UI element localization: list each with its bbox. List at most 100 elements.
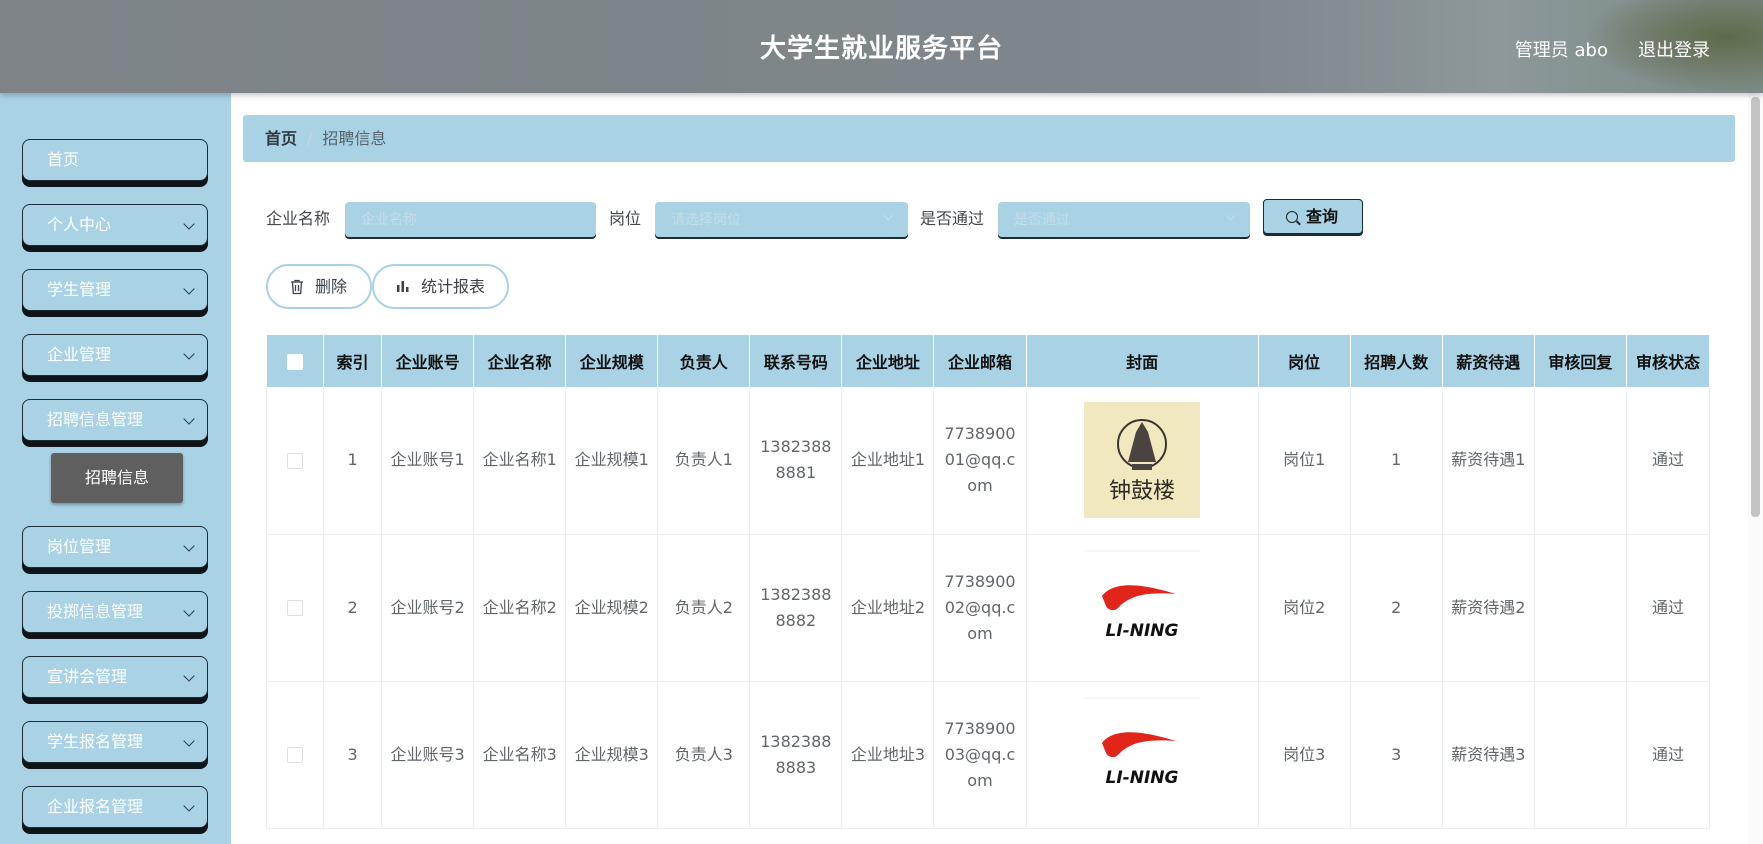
cell-salary: 薪资待遇3 [1442, 681, 1535, 829]
sidebar-item-company-management[interactable]: 企业管理 [22, 334, 208, 376]
column-header: 企业地址 [841, 335, 935, 387]
position-label: 岗位 [609, 209, 642, 228]
sidebar-item-label: 个人中心 [47, 215, 112, 234]
chevron-down-icon [183, 735, 195, 747]
passed-select[interactable] [998, 202, 1250, 237]
chevron-down-icon [183, 605, 195, 617]
cell-company-name: 企业名称3 [473, 681, 567, 829]
report-button[interactable]: 统计报表 [372, 264, 509, 309]
cell-reply [1534, 387, 1627, 535]
cover-image-gulou: 钟鼓楼 [1084, 402, 1201, 519]
row-checkbox[interactable] [287, 747, 304, 763]
delete-button[interactable]: 删除 [266, 264, 372, 309]
cell-index: 1 [323, 387, 383, 535]
column-header: 负责人 [657, 335, 751, 387]
sidebar-subitem-recruitment-info[interactable]: 招聘信息 [51, 453, 183, 503]
sidebar-item-label: 首页 [47, 150, 80, 169]
delete-button-label: 删除 [315, 277, 348, 296]
row-checkbox[interactable] [287, 600, 304, 616]
column-header: 审核状态 [1626, 335, 1711, 387]
position-select[interactable] [655, 202, 908, 237]
cell-account: 企业账号3 [381, 681, 475, 829]
row-select-cell[interactable] [265, 681, 325, 829]
app-title: 大学生就业服务平台 [759, 34, 1003, 64]
column-header: 薪资待遇 [1442, 335, 1535, 387]
cell-address: 企业地址1 [841, 387, 935, 535]
sidebar: 首页 个人中心 学生管理 企业管理 招聘信息管理 招聘信息 岗位管理 投掷信息管… [0, 93, 231, 844]
cell-reply [1534, 534, 1627, 682]
cell-account: 企业账号2 [381, 534, 475, 682]
table-row: 1 企业账号1 企业名称1 企业规模1 负责人1 13823888881 企业地… [265, 387, 1711, 535]
table-header-row: 索引 企业账号 企业名称 企业规模 负责人 联系号码 企业地址 企业邮箱 封面 … [266, 335, 1711, 387]
cell-address: 企业地址2 [841, 534, 935, 682]
sidebar-item-company-signup-management[interactable]: 企业报名管理 [22, 786, 208, 828]
trash-icon [291, 279, 303, 295]
top-header: 大学生就业服务平台 管理员 abo 退出登录 [0, 0, 1763, 93]
column-header: 企业规模 [565, 335, 659, 387]
cell-company-name: 企业名称2 [473, 534, 567, 682]
select-all-checkbox[interactable] [286, 354, 303, 370]
cell-address: 企业地址3 [841, 681, 935, 829]
sidebar-item-student-signup-management[interactable]: 学生报名管理 [22, 721, 208, 763]
chevron-down-icon [183, 348, 195, 360]
cell-salary: 薪资待遇1 [1442, 387, 1535, 535]
sidebar-item-label: 宣讲会管理 [47, 667, 128, 686]
cell-manager: 负责人3 [657, 681, 751, 829]
cell-phone: 13823888882 [749, 534, 843, 682]
passed-label: 是否通过 [920, 209, 985, 228]
sidebar-item-recruitment-management[interactable]: 招聘信息管理 [22, 399, 208, 441]
current-user-label: 管理员 abo [1514, 40, 1608, 61]
cell-scale: 企业规模3 [565, 681, 659, 829]
chevron-down-icon [183, 283, 195, 295]
sidebar-item-personal-center[interactable]: 个人中心 [22, 204, 208, 246]
sidebar-item-application-management[interactable]: 投掷信息管理 [22, 591, 208, 633]
column-header: 审核回复 [1534, 335, 1627, 387]
chevron-down-icon [183, 218, 195, 230]
company-name-input[interactable] [345, 202, 596, 237]
cover-caption: 钟鼓楼 [1109, 479, 1175, 504]
column-header: 索引 [323, 335, 383, 387]
cell-salary: 薪资待遇2 [1442, 534, 1535, 682]
scrollbar-thumb[interactable] [1751, 97, 1760, 517]
cell-cover: 钟鼓楼 [1026, 387, 1259, 535]
cover-image-lining-logo: LI-NING [1084, 696, 1201, 813]
cell-count: 2 [1350, 534, 1443, 682]
company-name-label: 企业名称 [266, 209, 331, 228]
sidebar-item-label: 招聘信息管理 [47, 410, 144, 429]
sidebar-item-student-management[interactable]: 学生管理 [22, 269, 208, 311]
cell-account: 企业账号1 [381, 387, 475, 535]
query-button[interactable]: 查询 [1263, 199, 1363, 234]
row-select-cell[interactable] [265, 534, 325, 682]
chevron-down-icon [183, 800, 195, 812]
table-row: 2 企业账号2 企业名称2 企业规模2 负责人2 13823888882 企业地… [265, 534, 1711, 682]
column-header: 企业邮箱 [933, 335, 1027, 387]
sidebar-item-home[interactable]: 首页 [22, 139, 208, 181]
report-button-label: 统计报表 [421, 277, 486, 296]
sidebar-item-seminar-management[interactable]: 宣讲会管理 [22, 656, 208, 698]
column-header: 封面 [1026, 335, 1259, 387]
column-header: 招聘人数 [1350, 335, 1443, 387]
cell-scale: 企业规模2 [565, 534, 659, 682]
logout-link[interactable]: 退出登录 [1638, 36, 1710, 62]
page-scrollbar[interactable] [1748, 93, 1763, 844]
column-header: 企业账号 [381, 335, 475, 387]
cell-cover: LI-NING [1026, 534, 1259, 682]
cell-count: 1 [1350, 387, 1443, 535]
recruitment-table: 索引 企业账号 企业名称 企业规模 负责人 联系号码 企业地址 企业邮箱 封面 … [265, 335, 1711, 829]
row-select-cell[interactable] [265, 387, 325, 535]
row-checkbox[interactable] [287, 452, 304, 469]
breadcrumb-home[interactable]: 首页 [265, 129, 297, 148]
breadcrumb-current: 招聘信息 [322, 129, 387, 148]
select-all-header[interactable] [266, 335, 325, 387]
cell-index: 3 [323, 681, 383, 829]
cell-count: 3 [1350, 681, 1443, 829]
cell-status: 通过 [1626, 534, 1711, 682]
cell-manager: 负责人1 [657, 387, 751, 535]
sidebar-item-position-management[interactable]: 岗位管理 [22, 526, 208, 568]
logo-text: LI-NING [1106, 621, 1179, 641]
chevron-down-icon [183, 413, 195, 425]
bar-chart-icon [397, 281, 409, 292]
cell-status: 通过 [1626, 387, 1711, 535]
breadcrumb-separator: / [307, 129, 313, 148]
search-icon [1286, 211, 1298, 223]
